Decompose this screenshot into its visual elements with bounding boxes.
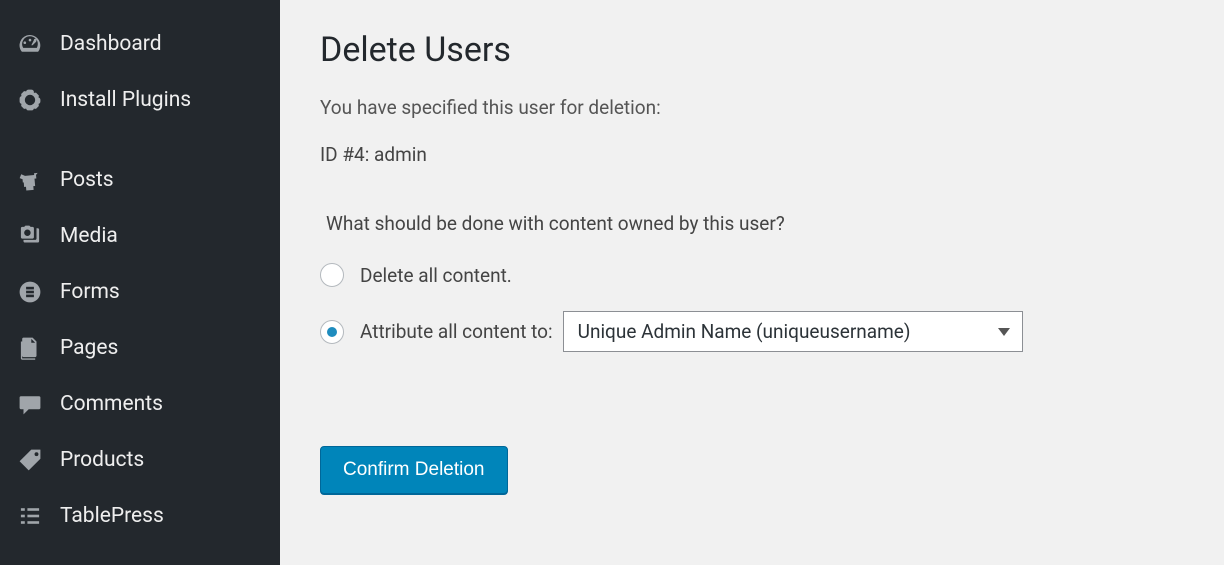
sidebar-item-label: Products [60,448,144,472]
sidebar-item-media[interactable]: Media [0,208,280,264]
user-line: ID #4: admin [320,143,1184,166]
sidebar-item-forms[interactable]: Forms [0,264,280,320]
sidebar-item-posts[interactable]: Posts [0,152,280,208]
attribute-user-select[interactable]: Unique Admin Name (uniqueusername) [563,311,1023,352]
list-icon [16,502,44,530]
page-title: Delete Users [320,30,1184,70]
sidebar-item-products[interactable]: Products [0,432,280,488]
pages-icon [16,334,44,362]
sidebar-item-tablepress[interactable]: TablePress [0,488,280,544]
sidebar-item-label: Media [60,224,118,248]
radio-delete-label: Delete all content. [360,264,512,287]
admin-sidebar: Dashboard Install Plugins Posts Media Fo… [0,0,280,565]
comment-icon [16,390,44,418]
sidebar-item-label: Posts [60,168,114,192]
main-content: Delete Users You have specified this use… [280,0,1224,565]
confirm-deletion-button[interactable]: Confirm Deletion [320,446,508,494]
dashboard-icon [16,30,44,58]
sidebar-item-label: Comments [60,392,163,416]
intro-text: You have specified this user for deletio… [320,96,1184,119]
select-value: Unique Admin Name (uniqueusername) [578,320,911,343]
sidebar-item-label: Dashboard [60,32,162,56]
option-attribute-row: Attribute all content to: Unique Admin N… [320,311,1184,352]
forms-icon [16,278,44,306]
sidebar-item-install-plugins[interactable]: Install Plugins [0,72,280,128]
sidebar-item-label: TablePress [60,504,164,528]
pin-icon [16,166,44,194]
media-icon [16,222,44,250]
radio-attribute-label: Attribute all content to: [360,320,553,343]
sidebar-item-label: Pages [60,336,118,360]
sidebar-item-pages[interactable]: Pages [0,320,280,376]
sidebar-item-label: Install Plugins [60,88,191,112]
content-question: What should be done with content owned b… [326,212,1184,235]
radio-delete-all[interactable] [320,263,344,287]
sidebar-item-label: Forms [60,280,120,304]
sidebar-item-comments[interactable]: Comments [0,376,280,432]
chevron-down-icon [998,328,1010,336]
gear-icon [16,86,44,114]
radio-attribute[interactable] [320,320,344,344]
option-delete-row: Delete all content. [320,263,1184,287]
tag-icon [16,446,44,474]
sidebar-item-dashboard[interactable]: Dashboard [0,16,280,72]
